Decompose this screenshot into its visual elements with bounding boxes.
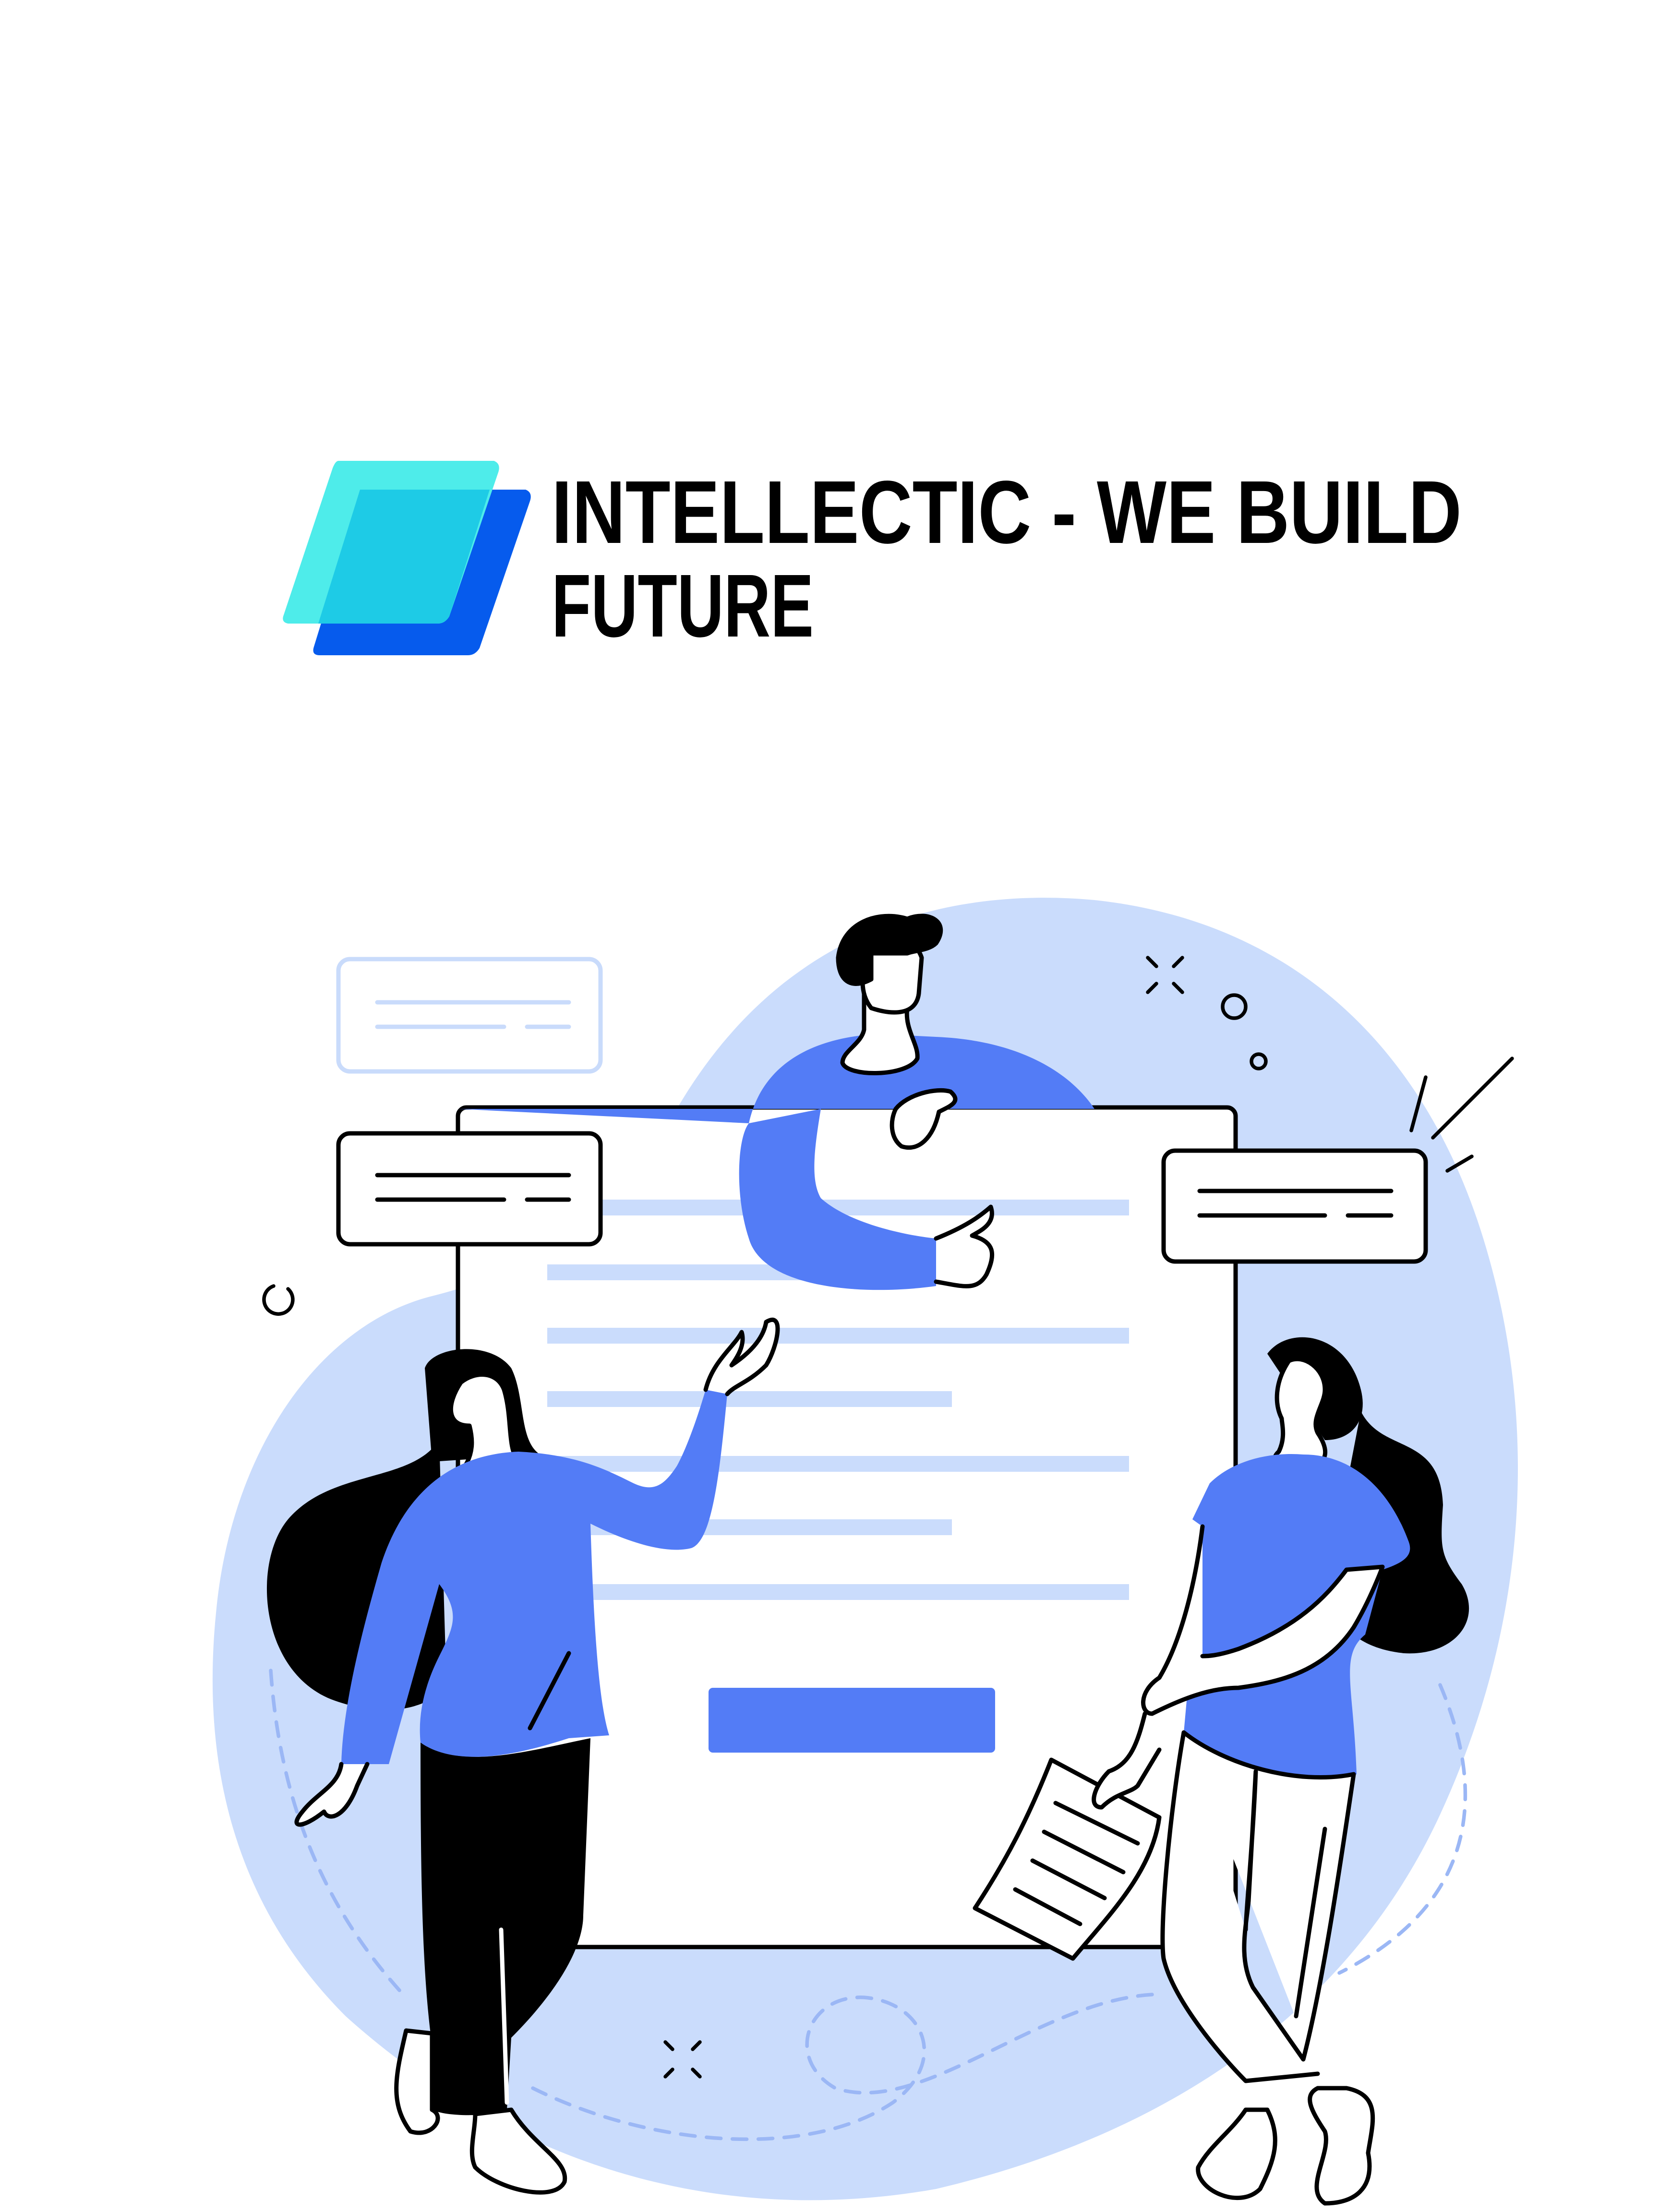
chat-card-right [1161,1148,1428,1264]
logo-title-line1: INTELLECTIC - WE BUILD [552,463,1462,562]
form-submit-button [709,1688,995,1753]
parallelogram-layers-icon [283,461,531,655]
logo: INTELLECTIC - WE BUILD FUTURE [283,461,1462,656]
logo-title-line2: FUTURE [552,556,814,656]
page-canvas: INTELLECTIC - WE BUILD FUTURE [212,461,1518,2206]
chat-card-left [336,1131,603,1247]
faded-card [336,957,603,1074]
illustration [212,898,1518,2206]
